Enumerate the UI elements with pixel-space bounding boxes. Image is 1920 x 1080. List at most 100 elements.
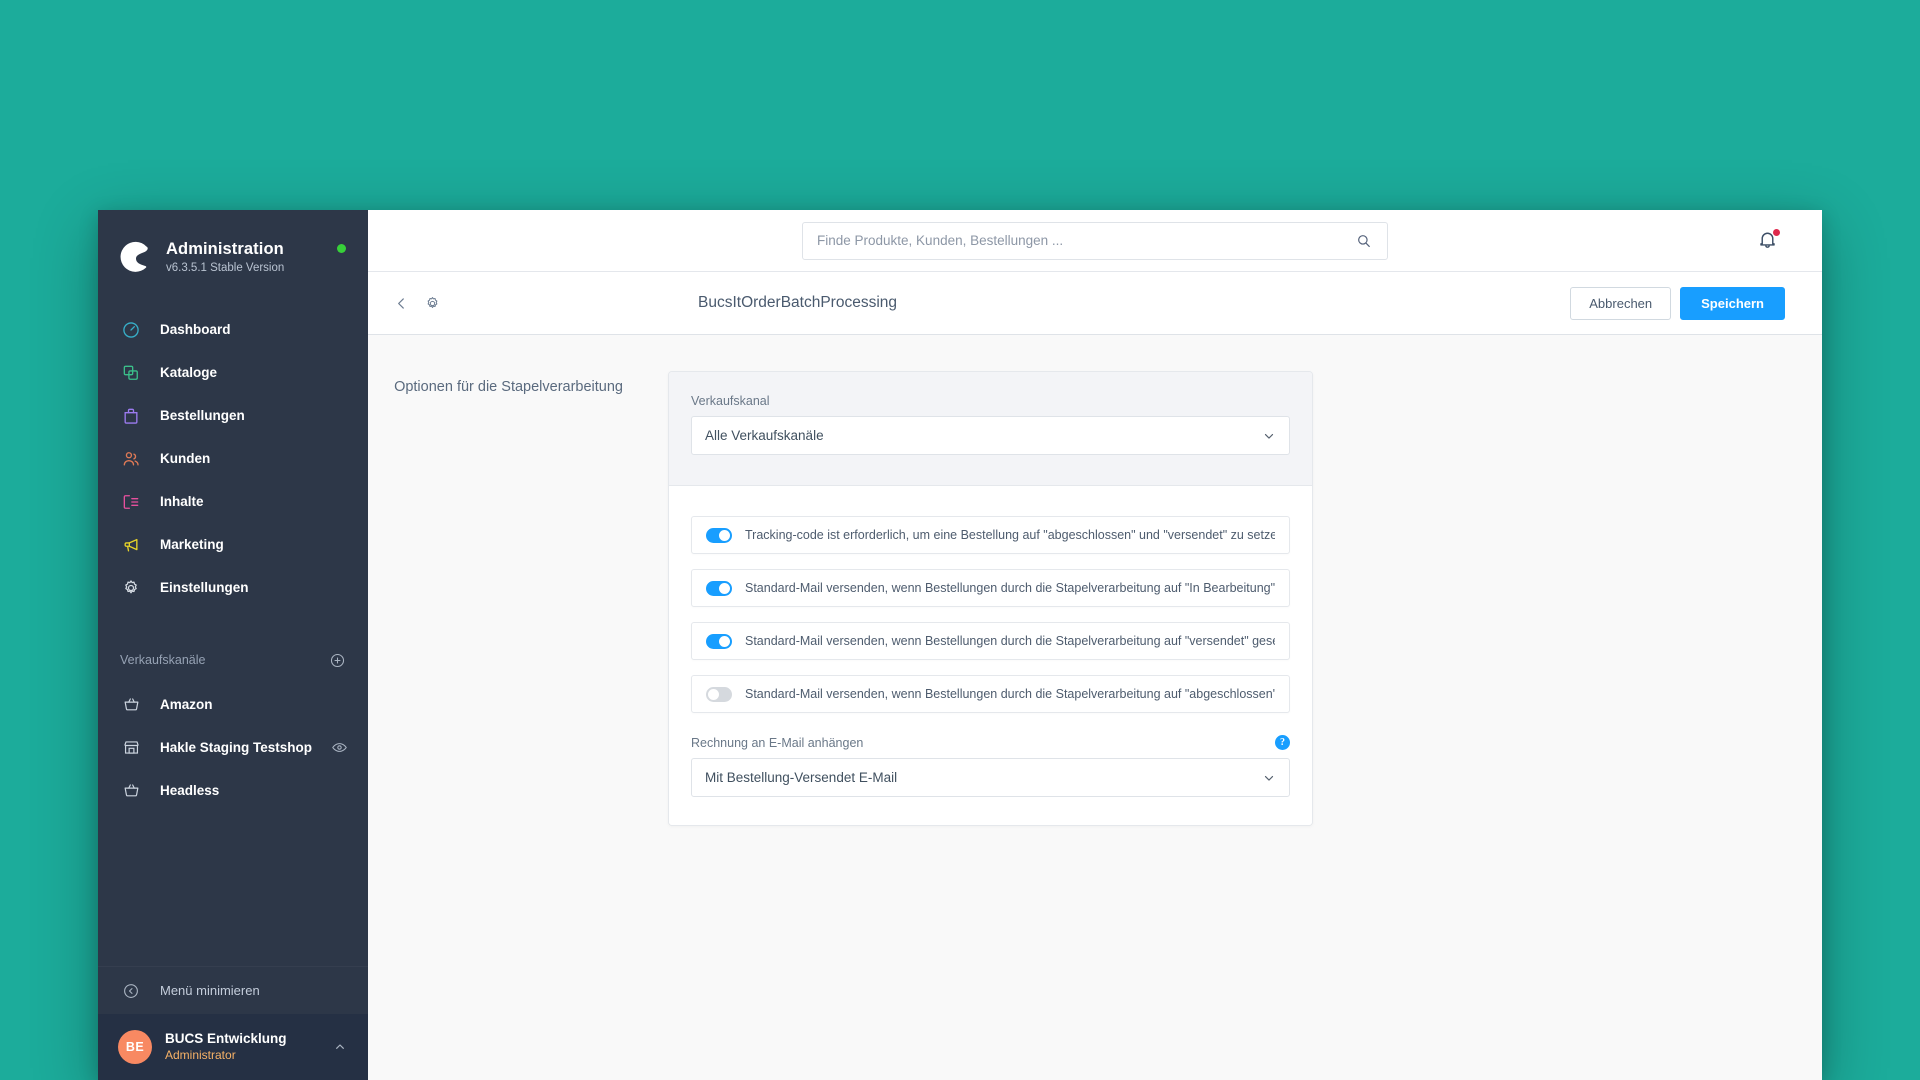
chevron-left-circle-icon: [120, 980, 142, 1002]
minimize-menu-button[interactable]: Menü minimieren: [98, 966, 368, 1014]
page-toolbar: BucsItOrderBatchProcessing Abbrechen Spe…: [368, 272, 1822, 335]
orders-bag-icon: [120, 405, 142, 427]
invoice-attach-field: Rechnung an E-Mail anhängen ? Mit Bestel…: [691, 735, 1290, 797]
settings-icon[interactable]: [419, 290, 445, 316]
sales-channel-hakle-staging-testshop[interactable]: Hakle Staging Testshop: [98, 726, 368, 769]
minimize-menu-label: Menü minimieren: [160, 983, 260, 998]
sidebar-item-label: Einstellungen: [160, 580, 249, 595]
mail-versendet-switch[interactable]: [706, 633, 732, 649]
chevron-up-icon[interactable]: [332, 1039, 348, 1055]
status-online-dot-icon: [337, 244, 346, 253]
sales-channel-label: Amazon: [160, 697, 213, 712]
invoice-field-head: Rechnung an E-Mail anhängen ?: [691, 735, 1290, 750]
invoice-attach-select[interactable]: Mit Bestellung-Versendet E-Mail: [691, 758, 1290, 797]
sales-channel-list: Amazon Hakle Staging Testshop Headless: [98, 683, 368, 812]
chevron-down-icon: [1262, 771, 1276, 785]
sidebar: Administration v6.3.5.1 Stable Version D…: [98, 210, 368, 1080]
cancel-button[interactable]: Abbrechen: [1570, 286, 1672, 320]
sales-channel-select[interactable]: Alle Verkaufskanäle: [691, 416, 1290, 455]
content-icon: [120, 491, 142, 513]
notification-unread-dot: [1772, 227, 1781, 237]
sidebar-item-kunden[interactable]: Kunden: [98, 437, 368, 480]
sidebar-item-label: Bestellungen: [160, 408, 245, 423]
toolbar-actions: Abbrechen Speichern: [1570, 286, 1785, 320]
chevron-down-icon: [1262, 429, 1276, 443]
megaphone-icon: [120, 534, 142, 556]
page-title: BucsItOrderBatchProcessing: [698, 294, 898, 311]
sidebar-item-label: Kunden: [160, 451, 211, 466]
sales-channel-label: Hakle Staging Testshop: [160, 740, 313, 755]
admin-window: Administration v6.3.5.1 Stable Version D…: [98, 210, 1822, 1080]
sidebar-title: Administration: [166, 240, 284, 258]
notifications-button[interactable]: [1756, 227, 1782, 254]
save-button[interactable]: Speichern: [1680, 286, 1785, 320]
sidebar-item-marketing[interactable]: Marketing: [98, 523, 368, 566]
top-bar: [368, 210, 1822, 272]
sales-channel-section-title: Verkaufskanäle: [120, 653, 206, 667]
basket-icon: [120, 694, 142, 716]
gear-icon: [120, 577, 142, 599]
sales-channel-section: Verkaufskanal Alle Verkaufskanäle: [669, 372, 1312, 486]
switch-knob: [719, 529, 730, 541]
sidebar-item-bestellungen[interactable]: Bestellungen: [98, 394, 368, 437]
toggle-label: Standard-Mail versenden, wenn Bestellung…: [745, 634, 1275, 648]
back-button[interactable]: [388, 290, 414, 316]
shopware-logo-icon: [120, 241, 152, 273]
user-name: BUCS Entwicklung: [165, 1031, 287, 1047]
search-box[interactable]: [802, 221, 1388, 260]
customers-icon: [120, 448, 142, 470]
sidebar-nav: Dashboard Kataloge Bestellungen Kunden I…: [98, 308, 368, 609]
user-meta: BUCS Entwicklung Administrator: [165, 1030, 287, 1063]
eye-icon[interactable]: [330, 739, 348, 757]
search-icon[interactable]: [1355, 232, 1373, 250]
toggle-row[interactable]: Tracking-code ist erforderlich, um eine …: [691, 516, 1290, 554]
sidebar-item-kataloge[interactable]: Kataloge: [98, 351, 368, 394]
switch-knob: [719, 582, 730, 594]
sidebar-header: Administration v6.3.5.1 Stable Version: [98, 210, 368, 284]
main-area: BucsItOrderBatchProcessing Abbrechen Spe…: [368, 210, 1822, 1080]
sidebar-item-einstellungen[interactable]: Einstellungen: [98, 566, 368, 609]
sidebar-branding: Administration v6.3.5.1 Stable Version: [166, 239, 284, 275]
batch-processing-card: Verkaufskanal Alle Verkaufskanäle Tracki…: [668, 371, 1313, 826]
sidebar-item-label: Kataloge: [160, 365, 218, 380]
sales-channel-headless[interactable]: Headless: [98, 769, 368, 812]
switch-knob: [708, 688, 719, 700]
toggle-row[interactable]: Standard-Mail versenden, wenn Bestellung…: [691, 622, 1290, 660]
sales-channel-label: Headless: [160, 783, 220, 798]
options-section: Tracking-code ist erforderlich, um eine …: [669, 486, 1312, 825]
search-input[interactable]: [817, 233, 1355, 248]
sidebar-version: v6.3.5.1 Stable Version: [166, 261, 285, 274]
tracking-code-required-switch[interactable]: [706, 527, 732, 543]
settings-row: Optionen für die Stapelverarbeitung Verk…: [368, 371, 1674, 826]
basket-icon: [120, 780, 142, 802]
sidebar-item-label: Dashboard: [160, 322, 231, 337]
switch-knob: [719, 635, 730, 647]
avatar: BE: [118, 1030, 152, 1064]
toggle-label: Standard-Mail versenden, wenn Bestellung…: [745, 687, 1275, 701]
invoice-field-label: Rechnung an E-Mail anhängen: [691, 735, 864, 750]
sidebar-item-label: Marketing: [160, 537, 224, 552]
catalog-icon: [120, 362, 142, 384]
sales-channel-amazon[interactable]: Amazon: [98, 683, 368, 726]
sidebar-item-inhalte[interactable]: Inhalte: [98, 480, 368, 523]
mail-in-bearbeitung-switch[interactable]: [706, 580, 732, 596]
toggle-row[interactable]: Standard-Mail versenden, wenn Bestellung…: [691, 675, 1290, 713]
sales-channel-select-value: Alle Verkaufskanäle: [705, 428, 824, 443]
sidebar-item-dashboard[interactable]: Dashboard: [98, 308, 368, 351]
storefront-icon: [120, 737, 142, 759]
user-menu[interactable]: BE BUCS Entwicklung Administrator: [98, 1014, 368, 1080]
dashboard-icon: [120, 319, 142, 341]
help-circle-icon[interactable]: ?: [1275, 735, 1290, 750]
sidebar-item-label: Inhalte: [160, 494, 204, 509]
invoice-attach-select-value: Mit Bestellung-Versendet E-Mail: [705, 770, 898, 785]
toggle-row[interactable]: Standard-Mail versenden, wenn Bestellung…: [691, 569, 1290, 607]
global-search: [802, 221, 1388, 260]
sales-channel-section-header: Verkaufskanäle: [98, 647, 368, 673]
toggle-label: Standard-Mail versenden, wenn Bestellung…: [745, 581, 1275, 595]
sales-channel-field-label: Verkaufskanal: [691, 394, 770, 408]
user-role: Administrator: [165, 1047, 236, 1062]
plus-circle-icon[interactable]: [328, 651, 346, 669]
mail-abgeschlossen-switch[interactable]: [706, 686, 732, 702]
section-label: Optionen für die Stapelverarbeitung: [394, 379, 623, 395]
page-content: Optionen für die Stapelverarbeitung Verk…: [368, 335, 1822, 1080]
